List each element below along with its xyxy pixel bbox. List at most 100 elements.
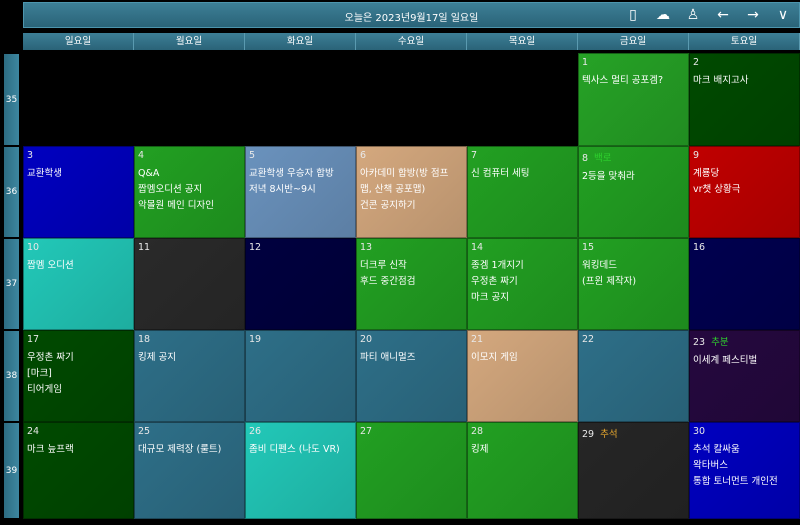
day-number: 26 — [249, 426, 352, 437]
event-item[interactable]: 마크 공지 — [471, 290, 574, 306]
event-item[interactable]: 이모지 게임 — [471, 350, 574, 366]
toolbar: ▯ ☁ ♙ ← → ∨ — [623, 6, 793, 24]
day-cell[interactable]: 7 신 컴퓨터 세팅 — [467, 146, 578, 238]
today-title: 오늘은 2023년9월17일 일요일 — [344, 13, 479, 24]
chevron-down-icon[interactable]: ∨ — [773, 6, 793, 24]
day-cell[interactable]: 1 텍사스 멀티 공포겜? — [578, 53, 689, 146]
event-item[interactable]: 우정촌 짜기 — [27, 350, 130, 366]
event-item[interactable]: 계룡당 — [693, 166, 796, 182]
event-item[interactable]: 교환학생 — [27, 166, 130, 182]
day-cell[interactable]: 20 파티 애니멀즈 — [356, 330, 467, 422]
day-number-text: 15 — [582, 242, 595, 253]
event-item[interactable]: 킹제 공지 — [138, 350, 241, 366]
day-cell[interactable]: 19 — [245, 330, 356, 422]
day-cell[interactable]: 8 백로 2등을 맞춰라 — [578, 146, 689, 238]
event-item[interactable]: 짭멤 오디션 — [27, 258, 130, 274]
event-item[interactable]: 건콘 공지하기 — [360, 198, 463, 214]
day-cell[interactable]: 3 교환학생 — [23, 146, 134, 238]
day-cell[interactable]: 4 Q&A 짭멤오디션 공지 악몰원 메인 디자인 — [134, 146, 245, 238]
event-item[interactable]: 2등을 맞춰라 — [582, 169, 685, 185]
day-cell[interactable]: 10 짭멤 오디션 — [23, 238, 134, 330]
day-cell[interactable]: 22 — [578, 330, 689, 422]
event-item[interactable]: Q&A — [138, 166, 241, 182]
header-bar: 오늘은 2023년9월17일 일요일 ▯ ☁ ♙ ← → ∨ — [23, 2, 800, 28]
day-number-text: 24 — [27, 426, 40, 437]
phone-icon[interactable]: ▯ — [623, 6, 643, 24]
day-number: 21 — [471, 334, 574, 345]
event-item[interactable]: 통합 토너먼트 개인전 — [693, 474, 796, 490]
arrow-left-icon[interactable]: ← — [713, 6, 733, 24]
day-number-text: 1 — [582, 57, 589, 68]
event-item[interactable]: vr챗 상황극 — [693, 182, 796, 198]
day-cell[interactable]: 17 우정촌 짜기 [마크] 티어게임 — [23, 330, 134, 422]
day-cell[interactable]: 15 워킹데드 (프윈 제작자) — [578, 238, 689, 330]
day-number-text: 29 — [582, 429, 595, 440]
day-cell[interactable]: 28 킹제 — [467, 422, 578, 519]
week-number: 36 — [3, 146, 20, 238]
day-cell[interactable]: 21 이모지 게임 — [467, 330, 578, 422]
day-number: 6 — [360, 150, 463, 161]
day-cell[interactable]: 24 마크 늪프랙 — [23, 422, 134, 519]
event-item[interactable]: 티어게임 — [27, 382, 130, 398]
weekday-label: 금요일 — [578, 33, 689, 50]
event-item[interactable]: 좀비 디펜스 (나도 VR) — [249, 442, 352, 458]
event-item[interactable]: [마크] — [27, 366, 130, 382]
holiday-label: 백로 — [594, 153, 612, 164]
day-number-text: 13 — [360, 242, 373, 253]
day-number-text: 3 — [27, 150, 34, 161]
day-cell[interactable]: 12 — [245, 238, 356, 330]
day-number: 20 — [360, 334, 463, 345]
day-number: 30 — [693, 426, 796, 437]
event-item[interactable]: 텍사스 멀티 공포겜? — [582, 73, 685, 89]
event-item[interactable]: 마크 늪프랙 — [27, 442, 130, 458]
event-item[interactable]: 악몰원 메인 디자인 — [138, 198, 241, 214]
event-item[interactable]: 워킹데드 — [582, 258, 685, 274]
day-cell[interactable]: 23 추분 이세계 페스티벌 — [689, 330, 800, 422]
day-cell[interactable]: 18 킹제 공지 — [134, 330, 245, 422]
day-cell[interactable]: 29 추석 — [578, 422, 689, 519]
event-item[interactable]: 파티 애니멀즈 — [360, 350, 463, 366]
day-number-text: 5 — [249, 150, 256, 161]
event-item[interactable]: 저녁 8시반~9시 — [249, 182, 352, 198]
week-number: 37 — [3, 238, 20, 330]
weekday-label: 월요일 — [134, 33, 245, 50]
arrow-right-icon[interactable]: → — [743, 6, 763, 24]
day-cell[interactable]: 30 추석 칼싸움 왁타버스 통합 토너먼트 개인전 — [689, 422, 800, 519]
day-number: 24 — [27, 426, 130, 437]
day-cell[interactable]: 5 교환학생 우승자 합방 저녁 8시반~9시 — [245, 146, 356, 238]
day-cell[interactable]: 11 — [134, 238, 245, 330]
cloud-check-icon[interactable]: ☁ — [653, 6, 673, 24]
weekday-label: 목요일 — [467, 33, 578, 50]
user-icon[interactable]: ♙ — [683, 6, 703, 24]
event-item[interactable]: 추석 칼싸움 — [693, 442, 796, 458]
event-item[interactable]: 후드 중간점검 — [360, 274, 463, 290]
event-item[interactable]: 이세계 페스티벌 — [693, 353, 796, 369]
weekday-label: 토요일 — [689, 33, 800, 50]
day-cell[interactable]: 6 아카데미 합방(방 점프 맵, 산책 공포맵) 건콘 공지하기 — [356, 146, 467, 238]
event-item[interactable]: 더크루 신작 — [360, 258, 463, 274]
day-cell[interactable]: 2 마크 배지고사 — [689, 53, 800, 146]
day-cell[interactable]: 16 — [689, 238, 800, 330]
weekday-label: 화요일 — [245, 33, 356, 50]
event-item[interactable]: 대규모 제력장 (룰트) — [138, 442, 241, 458]
event-item[interactable]: 종겜 1개지기 — [471, 258, 574, 274]
day-cell[interactable]: 25 대규모 제력장 (룰트) — [134, 422, 245, 519]
event-item[interactable]: 우정촌 짜기 — [471, 274, 574, 290]
day-cell[interactable]: 26 좀비 디펜스 (나도 VR) — [245, 422, 356, 519]
event-item[interactable]: 신 컴퓨터 세팅 — [471, 166, 574, 182]
day-cell[interactable]: 14 종겜 1개지기 우정촌 짜기 마크 공지 — [467, 238, 578, 330]
event-item[interactable]: (프윈 제작자) — [582, 274, 685, 290]
day-number: 12 — [249, 242, 352, 253]
event-item[interactable]: 맵, 산책 공포맵) — [360, 182, 463, 198]
day-number: 10 — [27, 242, 130, 253]
event-item[interactable]: 아카데미 합방(방 점프 — [360, 166, 463, 182]
day-cell[interactable]: 27 — [356, 422, 467, 519]
event-item[interactable]: 마크 배지고사 — [693, 73, 796, 89]
event-item[interactable]: 킹제 — [471, 442, 574, 458]
event-item[interactable]: 왁타버스 — [693, 458, 796, 474]
day-cell[interactable]: 13 더크루 신작 후드 중간점검 — [356, 238, 467, 330]
day-number-text: 14 — [471, 242, 484, 253]
event-item[interactable]: 교환학생 우승자 합방 — [249, 166, 352, 182]
day-cell[interactable]: 9 계룡당 vr챗 상황극 — [689, 146, 800, 238]
event-item[interactable]: 짭멤오디션 공지 — [138, 182, 241, 198]
